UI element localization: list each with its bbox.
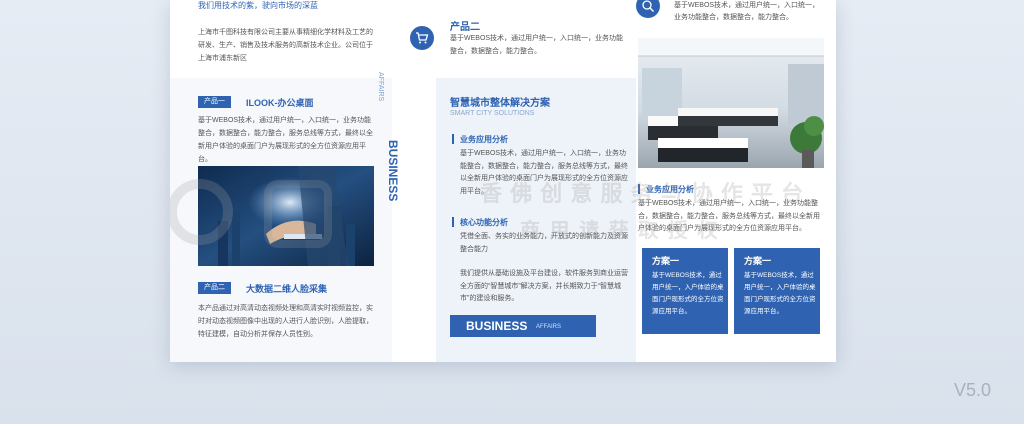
company-text: 上海市千图科技有限公司主要从事精细化学材料及工艺的研发、生产、销售及技术服务的高… (198, 29, 373, 62)
product2-tag: 产品二 (198, 282, 231, 294)
scheme-card-2: 方案一 基于WEBOS技术，通过用户统一，入户体验的桌面门户现形式的全方位资源应… (734, 248, 820, 334)
spine-inner (396, 70, 432, 100)
banner-sub: AFFAIRS (536, 324, 562, 330)
business-banner: BUSINESS AFFAIRS (450, 315, 596, 337)
sec2-title: 核心功能分析 (460, 218, 508, 227)
top-subtitle: 我们用技术的紫，驶向市场的深蓝 (198, 1, 318, 10)
top-text: 基于WEBOS技术，通过用户统一，入口统一，业务功能整合，数据整合，能力整合。 (674, 2, 820, 21)
search-globe-icon (636, 0, 660, 18)
product2-heading: 产品二 (450, 22, 480, 33)
banner-main: BUSINESS (466, 319, 528, 333)
watermark-line-1: 香 佛 创 意 服 务 与 协 作 平 台 (480, 181, 805, 206)
watermark-line-2: 商 用 请 获 取 授 权 (520, 220, 720, 242)
product2-desc: 基于WEBOS技术，通过用户统一，入口统一，业务功能整合，数据整合，能力整合。 (450, 35, 624, 55)
canvas-background: 我们用技术的紫，驶向市场的深蓝 上海市千图科技有限公司主要从事精细化学材料及工艺… (0, 0, 1024, 424)
product2-text: 本产品通过对高清动态视频处理和高清实时视频监控，实时对动态视频图像中出现的人进行… (198, 305, 373, 338)
sec2-marker (452, 217, 454, 227)
product1-tag: 产品一 (198, 96, 231, 108)
sec1-title: 业务应用分析 (460, 135, 508, 144)
scheme-card-1-title: 方案一 (652, 256, 680, 266)
sec1-marker (452, 134, 454, 144)
scheme-card-1: 方案一 基于WEBOS技术，通过用户统一，入户体验的桌面门户现形式的全方位资源应… (642, 248, 728, 334)
product2-title: 大数据二维人脸采集 (246, 284, 328, 294)
product1-title: ILOOK-办公桌面 (246, 98, 314, 108)
scheme-card-1-text: 基于WEBOS技术，通过用户统一，入户体验的桌面门户现形式的全方位资源应用平台。 (652, 272, 724, 315)
solution-title: 智慧城市整体解决方案 (450, 98, 550, 109)
watermark-logo (170, 179, 332, 248)
office-photo (638, 38, 824, 168)
scheme-card-2-text: 基于WEBOS技术，通过用户统一，入户体验的桌面门户现形式的全方位资源应用平台。 (744, 272, 816, 315)
cart-icon (410, 26, 434, 50)
scheme-card-2-title: 方案一 (744, 256, 772, 266)
version-label: V5.0 (954, 380, 992, 400)
panel-left-upper: 我们用技术的紫，驶向市场的深蓝 上海市千图科技有限公司主要从事精细化学材料及工艺… (170, 0, 392, 78)
spine-sub: AFFAIRS (377, 72, 384, 102)
closing-text: 我们提供从基础设施及平台建设，软件服务到商业运营全方面的“智慧城市”解决方案，并… (460, 270, 628, 302)
product1-text: 基于WEBOS技术，通过用户统一，入口统一，业务功能整合，数据整合，能力整合，服… (198, 117, 373, 163)
solution-sub: SMART CITY SOLUTIONS (450, 110, 535, 117)
